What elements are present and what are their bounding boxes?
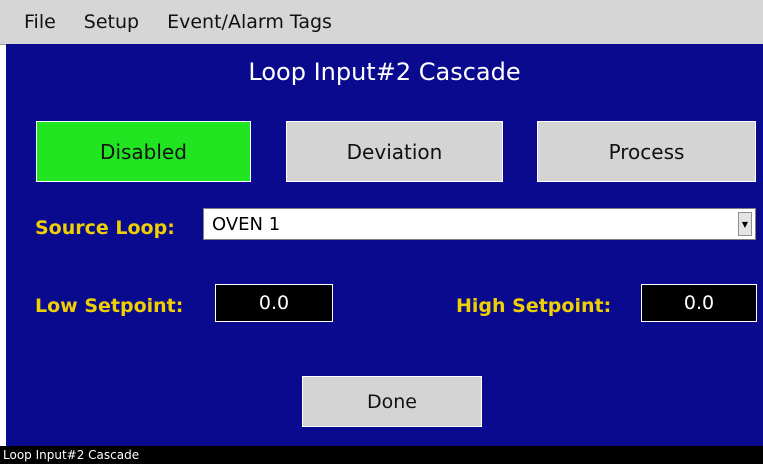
source-loop-select[interactable]: OVEN 1 ▼ (203, 208, 756, 240)
source-loop-value: OVEN 1 (212, 213, 281, 235)
high-setpoint-label: High Setpoint: (456, 295, 612, 317)
page-title: Loop Input#2 Cascade (248, 58, 521, 86)
cascade-setup-window: File Setup Event/Alarm Tags Loop Input#2… (0, 0, 763, 464)
high-setpoint-field[interactable]: 0.0 (641, 284, 757, 322)
deviation-mode-button[interactable]: Deviation (286, 121, 503, 182)
dropdown-arrow-icon[interactable]: ▼ (738, 212, 752, 236)
menu-setup[interactable]: Setup (84, 11, 139, 33)
cascade-panel: Loop Input#2 Cascade Disabled Deviation … (6, 44, 763, 446)
menu-event-alarm-tags[interactable]: Event/Alarm Tags (167, 11, 332, 33)
menu-file[interactable]: File (24, 11, 56, 33)
process-mode-button[interactable]: Process (537, 121, 756, 182)
status-bar: Loop Input#2 Cascade (0, 446, 763, 464)
menu-bar: File Setup Event/Alarm Tags (0, 0, 763, 45)
low-setpoint-label: Low Setpoint: (35, 295, 184, 317)
source-loop-label: Source Loop: (35, 217, 175, 239)
done-button[interactable]: Done (302, 376, 482, 427)
low-setpoint-field[interactable]: 0.0 (215, 284, 333, 322)
disabled-mode-button[interactable]: Disabled (36, 121, 251, 182)
